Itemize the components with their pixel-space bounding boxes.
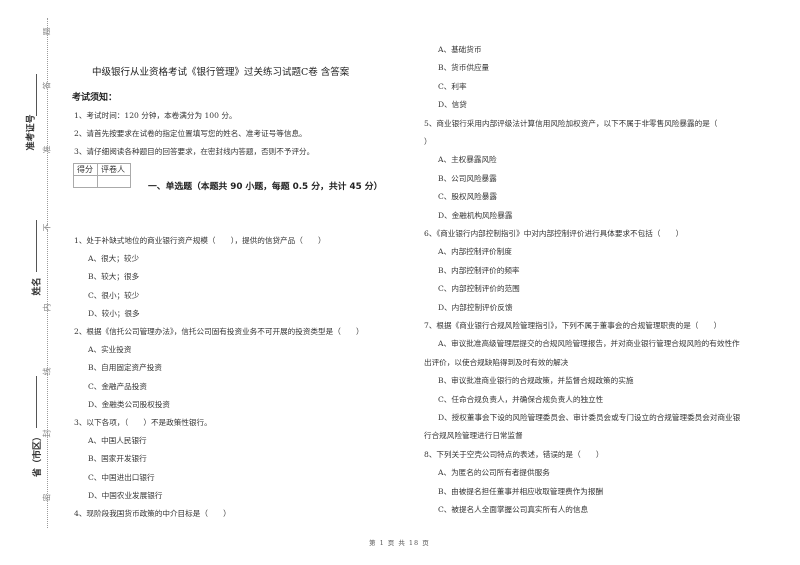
answer-option: B、货币供应量: [438, 63, 490, 73]
answer-option: C、任命合规负责人，并确保合规负责人的独立性: [438, 394, 604, 404]
seal-char: 封: [42, 429, 52, 438]
answer-option: A、中国人民银行: [88, 436, 147, 446]
answer-option: D、金融类公司股权投资: [88, 399, 171, 409]
score-header: 得分: [73, 163, 98, 176]
score-table: 得分 评卷人: [73, 163, 131, 188]
question-text: 5、商业银行采用内部评级法计算信用风险加权资产，以下不属于非零售风险暴露的是（: [424, 118, 718, 128]
answer-option: C、股权风险暴露: [438, 192, 497, 202]
answer-option: A、审议批准高级管理层提交的合规风险管理报告，并对商业银行管理合规风险的有效性作: [438, 339, 740, 349]
exam-page: 题 答 准 不 内 线 封 密 准考证号 姓名 省（市区） 中级银行从业资格考试…: [0, 0, 800, 565]
answer-option: B、公司风险暴露: [438, 173, 497, 183]
seal-char: 密: [42, 493, 52, 502]
seal-char: 线: [42, 367, 52, 376]
question-text: 8、下列关于空壳公司特点的表述，错误的是（ ）: [424, 449, 604, 459]
name-label: 姓名: [32, 277, 43, 296]
seal-dotted-line: [47, 18, 48, 528]
answer-option: D、内部控制评价反馈: [438, 302, 513, 312]
answer-option: A、内部控制评价制度: [438, 247, 512, 257]
province-label: 省（市区）: [33, 431, 44, 478]
answer-option: D、信贷: [438, 100, 467, 110]
seal-char: 内: [42, 303, 52, 312]
answer-option: D、授权董事会下设的风险管理委员会、审计委员会或专门设立的合规管理委员会对商业银: [438, 413, 741, 422]
notice-item: 1、考试时间：120 分钟，本卷满分为 100 分。: [74, 111, 237, 120]
answer-option: C、中国进出口银行: [88, 472, 155, 482]
answer-option: D、金融机构风险暴露: [438, 210, 513, 220]
page-footer: 第 1 页 共 18 页: [369, 539, 430, 547]
answer-option: D、较小；很多: [88, 308, 140, 318]
option-continuation: 出评价，以使合规缺陷得到及时有效的解决: [424, 357, 569, 367]
name-underline: [36, 220, 37, 272]
section-title: 一、单选题（本题共 90 小题，每题 0.5 分，共计 45 分）: [148, 182, 383, 192]
grader-header: 评卷人: [97, 163, 131, 176]
question-text: ）: [424, 137, 432, 146]
answer-option: A、为匿名的公司所有者提供服务: [438, 468, 550, 478]
score-cell: [73, 175, 98, 188]
exam-id-underline: [36, 74, 37, 116]
answer-option: B、内部控制评价的频率: [438, 265, 520, 275]
seal-char: 准: [42, 145, 52, 154]
answer-option: B、国家开发银行: [88, 454, 147, 464]
answer-option: A、实业投资: [88, 345, 132, 355]
answer-option: D、中国农业发展银行: [88, 490, 163, 500]
notice-heading: 考试须知：: [72, 93, 118, 103]
answer-option: B、自用固定资产投资: [88, 363, 162, 373]
answer-option: C、内部控制评价的范围: [438, 284, 520, 294]
binding-strip: 题 答 准 不 内 线 封 密 准考证号 姓名 省（市区）: [0, 0, 60, 565]
answer-option: A、主权暴露风险: [438, 155, 497, 165]
question-text: 4、现阶段我国货币政策的中介目标是（ ）: [74, 509, 231, 518]
question-text: 6、《商业银行内部控制指引》中对内部控制评价进行具体要求不包括（ ）: [424, 229, 684, 238]
answer-option: B、由被提名担任董事并相应收取管理费作为报酬: [438, 486, 604, 496]
answer-option: C、很小；较少: [88, 290, 140, 300]
answer-option: A、很大；较少: [88, 254, 140, 264]
exam-id-label: 准考证号: [26, 114, 37, 151]
answer-option: B、较大；很多: [88, 272, 140, 282]
question-text: 3、以下各项，（ ）不是政策性银行。: [74, 418, 212, 427]
seal-char: 题: [42, 27, 52, 36]
seal-char: 答: [42, 81, 52, 90]
answer-option: C、利率: [438, 81, 467, 91]
option-continuation: 行合规风险管理进行日常监督: [424, 431, 523, 441]
question-text: 1、处于补缺式地位的商业银行资产规模（ ），提供的信贷产品（ ）: [74, 236, 326, 245]
province-underline: [36, 376, 37, 428]
question-text: 2、根据《信托公司管理办法》，信托公司固有投资业务不可开展的投资类型是（ ）: [74, 327, 364, 336]
notice-item: 3、请仔细阅读各种题目的回答要求，在密封线内答题，否则不予评分。: [74, 147, 315, 156]
document-title: 中级银行从业资格考试《银行管理》过关练习试题C卷 含答案: [92, 67, 350, 78]
notice-item: 2、请首先按要求在试卷的指定位置填写您的姓名、准考证号等信息。: [74, 129, 307, 138]
seal-char: 不: [42, 223, 52, 232]
answer-option: B、审议批准商业银行的合规政策，并监督合规政策的实施: [438, 376, 634, 386]
answer-option: C、金融产品投资: [88, 381, 147, 391]
question-text: 7、根据《商业银行合规风险管理指引》，下列不属于董事会的合规管理职责的是（ ）: [424, 321, 722, 330]
grader-cell: [97, 175, 131, 188]
answer-option: A、基础货币: [438, 45, 482, 54]
answer-option: C、被提名人全面掌握公司真实所有人的信息: [438, 505, 589, 514]
